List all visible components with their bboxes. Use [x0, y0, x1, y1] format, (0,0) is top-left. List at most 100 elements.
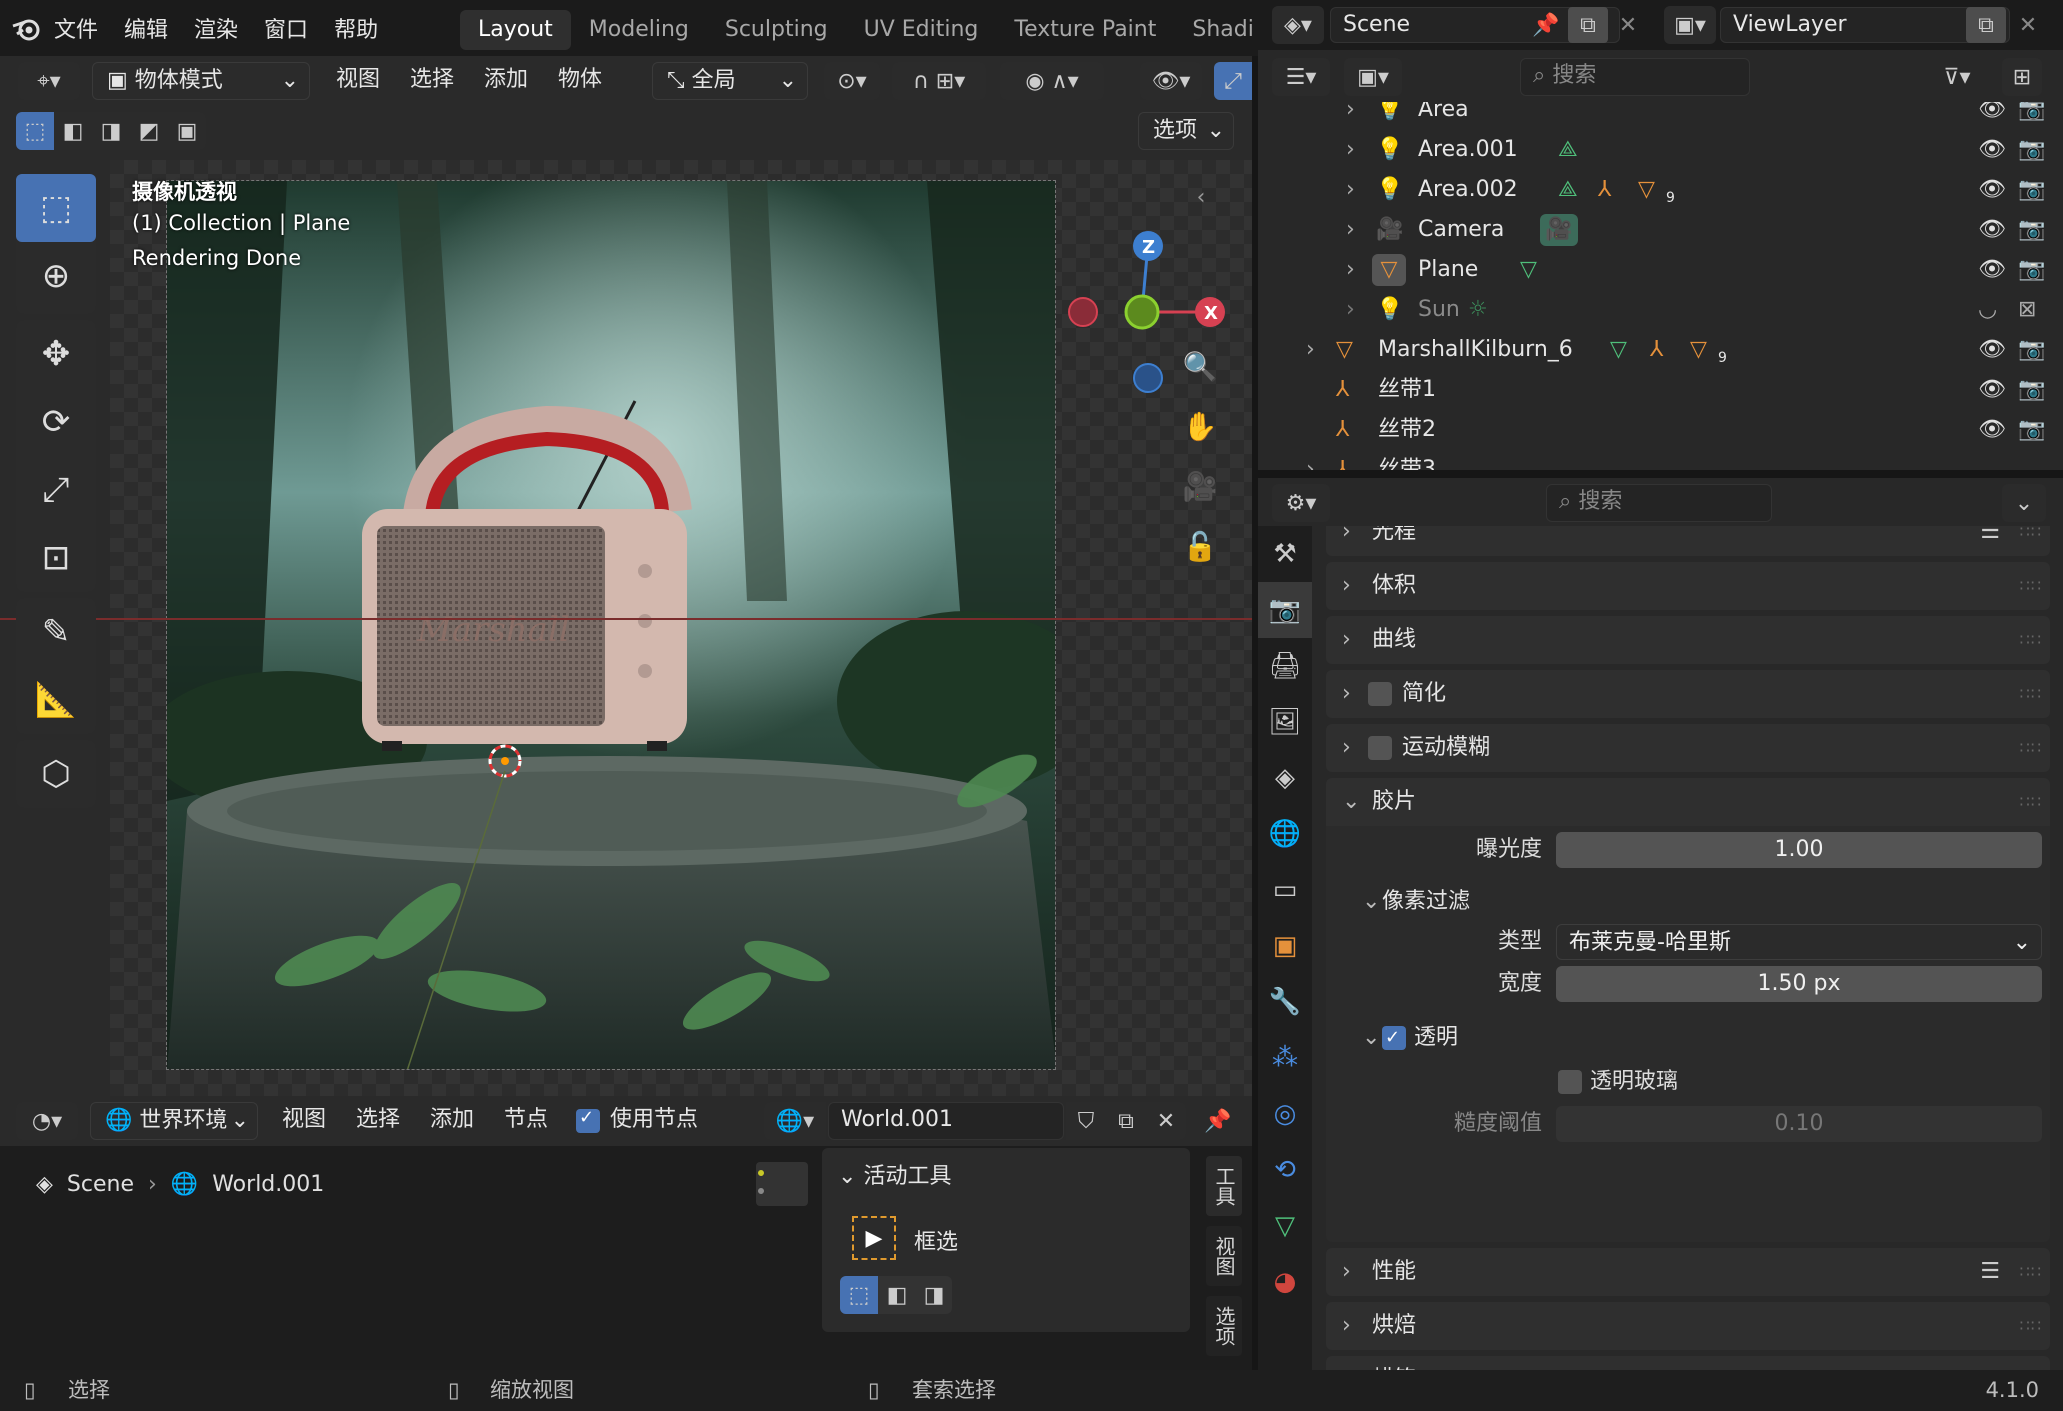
display-mode-icon[interactable]: ▣▾ — [1344, 58, 1402, 96]
camera-render-disabled-icon[interactable]: ⊠ — [2018, 290, 2036, 330]
performance-panel[interactable]: › 性能 ☰ ∷∷ — [1326, 1248, 2050, 1296]
viewport-menu-select[interactable]: 选择 — [410, 64, 454, 96]
properties-search-input[interactable]: ⌕ 搜索 — [1546, 484, 1772, 522]
motion-blur-checkbox[interactable] — [1368, 736, 1392, 760]
drag-handle-icon[interactable]: ∷∷ — [2020, 562, 2042, 610]
drag-handle-icon[interactable]: ∷∷ — [2020, 1302, 2042, 1350]
pixel-filter-subpanel-header[interactable]: ⌄ 像素过滤 — [1326, 878, 2050, 926]
camera-render-icon[interactable]: 📷 — [2018, 370, 2045, 410]
tab-shading[interactable]: Shadi — [1174, 10, 1255, 50]
transparent-subpanel-header[interactable]: ⌄ ✓ 透明 — [1326, 1014, 2050, 1062]
camera-view-icon[interactable]: 🎥 — [1180, 466, 1220, 506]
camera-render-icon[interactable]: 📷 — [2018, 170, 2045, 210]
simplify-panel[interactable]: › 简化 ∷∷ — [1326, 670, 2050, 718]
filter-type-dropdown[interactable]: 布莱克曼-哈里斯 ⌄ — [1556, 924, 2042, 960]
world-shader-dropdown[interactable]: 🌐 世界环境 ⌄ — [90, 1102, 258, 1140]
sidebar-tab-tool[interactable]: 工具 — [1206, 1156, 1242, 1216]
viewlayer-selector-icon[interactable]: ▣▾ — [1664, 6, 1716, 44]
outliner-row-camera[interactable]: › 🎥 Camera 🎥 👁 📷 — [1258, 210, 2063, 250]
sidebar-tab-options[interactable]: 选项 — [1206, 1296, 1242, 1356]
annotate-tool-icon[interactable]: ✎ — [16, 598, 96, 666]
node-thumbnail[interactable] — [756, 1162, 808, 1206]
exposure-field[interactable]: 1.00 — [1556, 832, 2042, 868]
node-menu-node[interactable]: 节点 — [504, 1104, 548, 1136]
drag-handle-icon[interactable]: ∷∷ — [2020, 526, 2042, 556]
world-browse-icon[interactable]: 🌐▾ — [764, 1102, 826, 1140]
drag-handle-icon[interactable]: ∷∷ — [2020, 1248, 2042, 1296]
grease-pencil-panel[interactable]: ›蜡笔 — [1326, 1356, 2050, 1370]
new-viewlayer-icon[interactable]: ⧉ — [1966, 7, 2006, 43]
menu-edit[interactable]: 编辑 — [124, 12, 168, 44]
gizmo-toggle-icon[interactable]: ⤢ — [1214, 62, 1252, 100]
select-box-tool-icon[interactable]: ⬚ — [16, 174, 96, 242]
visibility-icon[interactable]: 👁▾ — [1140, 62, 1202, 100]
eye-icon[interactable]: 👁 — [1978, 250, 2006, 290]
transform-orientation-dropdown[interactable]: ⤡ 全局 ⌄ — [652, 62, 808, 100]
outliner-editor-type-icon[interactable]: ☰▾ — [1272, 58, 1330, 96]
scene-selector-icon[interactable]: ◈▾ — [1272, 6, 1324, 44]
eye-icon[interactable]: 👁 — [1978, 170, 2006, 210]
unlink-world-icon[interactable]: ✕ — [1146, 1102, 1186, 1140]
duplicate-world-icon[interactable]: ⧉ — [1106, 1102, 1146, 1140]
roughness-threshold-field[interactable]: 0.10 — [1556, 1106, 2042, 1142]
delete-viewlayer-icon[interactable]: ✕ — [2010, 7, 2046, 43]
eye-icon[interactable]: 👁 — [1978, 130, 2006, 170]
eye-icon[interactable]: 👁 — [1978, 330, 2006, 370]
eye-icon[interactable]: 👁 — [1978, 210, 2006, 250]
drag-handle-icon[interactable]: ∷∷ — [2020, 670, 2042, 718]
camera-render-icon[interactable]: 📷 — [2018, 102, 2045, 130]
outliner-row-area001[interactable]: › 💡 Area.001 ⟁ 👁 📷 — [1258, 130, 2063, 170]
move-tool-icon[interactable]: ✥ — [16, 320, 96, 388]
curves-panel[interactable]: › 曲线 ∷∷ — [1326, 616, 2050, 664]
select-new-icon[interactable]: ⬚ — [840, 1276, 878, 1314]
node-editor-canvas[interactable]: ◈ Scene › 🌐 World.001 ⌄ 活动工具 ▶ 框选 ⬚ ◧ ◨ … — [0, 1146, 1252, 1378]
menu-render[interactable]: 渲染 — [194, 12, 238, 44]
outliner-row-area[interactable]: › 💡 Area 👁 📷 — [1258, 102, 2063, 130]
select-extend-icon[interactable]: ◧ — [54, 112, 92, 150]
rotate-tool-icon[interactable]: ⟳ — [16, 388, 96, 456]
filter-width-field[interactable]: 1.50 px — [1556, 966, 2042, 1002]
breadcrumb-world[interactable]: World.001 — [212, 1172, 324, 1197]
menu-window[interactable]: 窗口 — [264, 12, 308, 44]
camera-render-icon[interactable]: 📷 — [2018, 410, 2045, 450]
volumes-panel[interactable]: › 体积 ∷∷ — [1326, 562, 2050, 610]
snapping-icon[interactable]: ∩ ⊞▾ — [892, 62, 986, 100]
viewport-menu-view[interactable]: 视图 — [336, 64, 380, 96]
select-new-icon[interactable]: ⬚ — [16, 112, 54, 150]
tab-layout[interactable]: Layout — [460, 10, 571, 50]
use-nodes-checkbox[interactable]: ✓ — [576, 1107, 600, 1133]
tab-uv-editing[interactable]: UV Editing — [846, 10, 997, 50]
viewport-menu-object[interactable]: 物体 — [558, 64, 602, 96]
cursor-tool-icon[interactable]: ⊕ — [16, 242, 96, 310]
new-scene-icon[interactable]: ⧉ — [1568, 7, 1608, 43]
pin-icon[interactable]: 📌 — [1528, 7, 1564, 43]
outliner-row-ribbon1[interactable]: ⅄ 丝带1 👁 📷 — [1258, 370, 2063, 410]
pin-icon[interactable]: 📌 — [1198, 1102, 1238, 1140]
properties-editor-type-icon[interactable]: ⚙▾ — [1272, 484, 1330, 522]
drag-handle-icon[interactable]: ∷∷ — [2020, 616, 2042, 664]
menu-file[interactable]: 文件 — [54, 12, 98, 44]
outliner-row-plane[interactable]: › ▽ Plane ▽ 👁 📷 — [1258, 250, 2063, 290]
camera-render-icon[interactable]: 📷 — [2018, 330, 2045, 370]
drag-handle-icon[interactable]: ∷∷ — [2020, 724, 2042, 772]
motion-blur-panel[interactable]: › 运动模糊 ∷∷ — [1326, 724, 2050, 772]
select-invert-icon[interactable]: ◩ — [130, 112, 168, 150]
presets-list-icon[interactable]: ☰ — [1980, 526, 2000, 556]
light-paths-panel[interactable]: › 光程 ☰ ∷∷ — [1326, 526, 2050, 556]
film-panel-header[interactable]: ⌄ 胶片 ∷∷ — [1326, 778, 2050, 826]
zoom-icon[interactable]: 🔍 — [1180, 346, 1220, 386]
select-box-tool-icon[interactable]: ▶ — [852, 1216, 896, 1260]
world-name-field[interactable]: World.001 — [828, 1102, 1064, 1140]
measure-tool-icon[interactable]: 📐 — [16, 666, 96, 734]
pivot-point-icon[interactable]: ⊙▾ — [824, 62, 880, 100]
outliner-row-ribbon3[interactable]: › ⅄ 丝带3 — [1258, 450, 2063, 470]
select-subtract-icon[interactable]: ◨ — [92, 112, 130, 150]
filter-icon[interactable]: ⊽▾ — [1928, 58, 1986, 96]
drag-handle-icon[interactable]: ∷∷ — [2020, 778, 2042, 826]
eye-icon[interactable]: 👁 — [1978, 102, 2006, 130]
properties-options-icon[interactable]: ⌄ — [2002, 484, 2046, 522]
pan-hand-icon[interactable]: ✋ — [1180, 406, 1220, 446]
sidebar-tab-view[interactable]: 视图 — [1206, 1226, 1242, 1286]
lock-icon[interactable]: 🔓 — [1180, 526, 1220, 566]
delete-scene-icon[interactable]: ✕ — [1610, 7, 1646, 43]
